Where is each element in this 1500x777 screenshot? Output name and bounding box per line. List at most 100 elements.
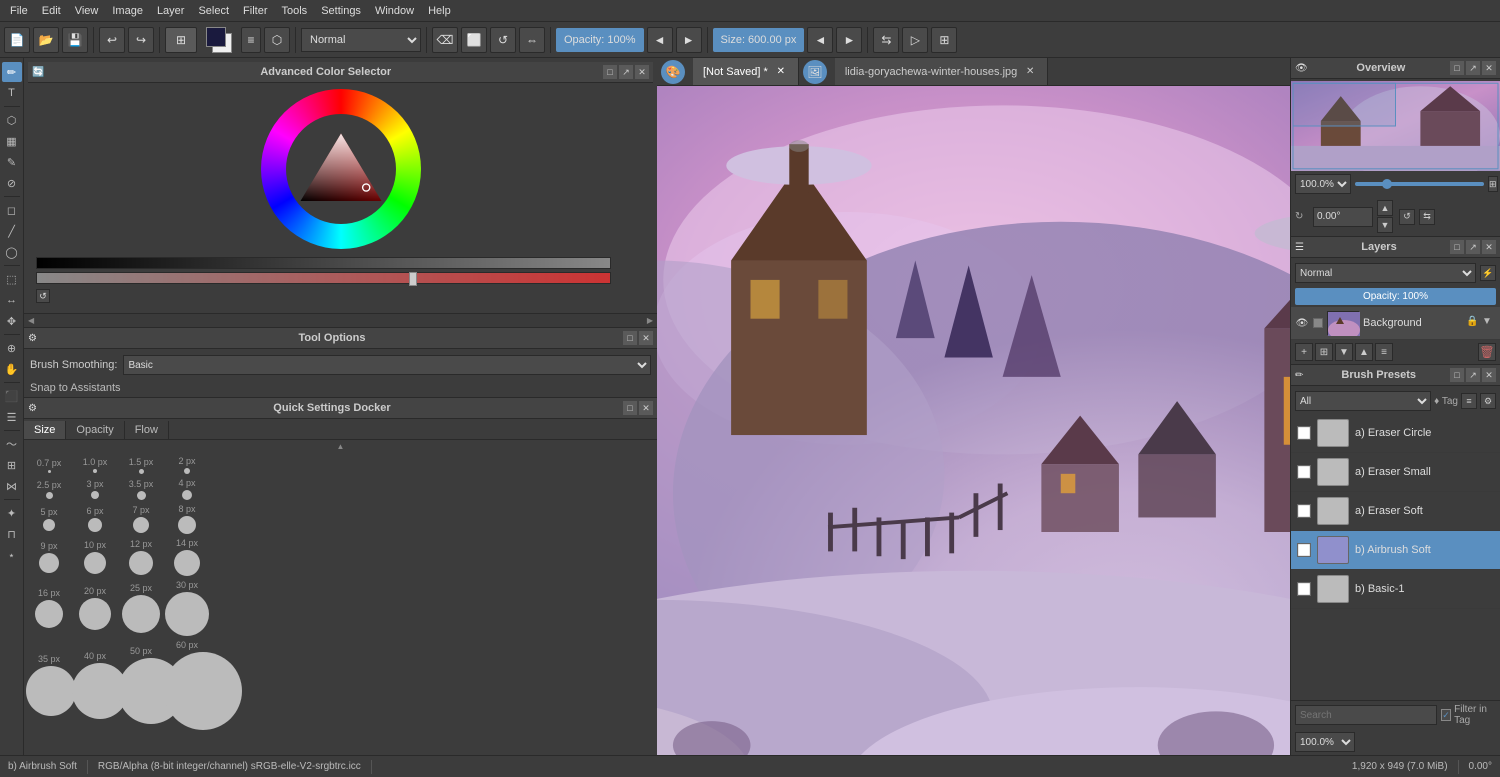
brush-presets-close[interactable]: ✕: [1482, 368, 1496, 382]
rotate-reset[interactable]: ↺: [1399, 209, 1415, 225]
misc-tool[interactable]: ✦: [2, 503, 22, 523]
save-file-button[interactable]: 💾: [62, 27, 88, 53]
canvas-viewport[interactable]: [657, 86, 1290, 755]
tool-options-float[interactable]: ✕: [639, 331, 653, 345]
size-up[interactable]: ►: [836, 27, 862, 53]
menu-edit[interactable]: Edit: [36, 3, 67, 19]
color-triangle[interactable]: [286, 114, 396, 224]
brush-12px[interactable]: 12 px: [118, 539, 164, 575]
menu-view[interactable]: View: [69, 3, 105, 19]
brush-7px[interactable]: 7 px: [118, 505, 164, 533]
warp-tool[interactable]: ⋆: [2, 545, 22, 565]
brush-9px[interactable]: 9 px: [26, 541, 72, 573]
fill-tool[interactable]: ⬡: [2, 110, 22, 130]
brush-30px[interactable]: 30 px: [164, 580, 210, 636]
bp-all-select[interactable]: All: [1295, 391, 1431, 411]
size-down[interactable]: ◄: [807, 27, 833, 53]
menu-window[interactable]: Window: [369, 3, 420, 19]
bp-settings-btn[interactable]: ⚙: [1480, 393, 1496, 409]
scroll-left[interactable]: ◀: [28, 316, 34, 325]
mirror-h-button[interactable]: ⇆: [873, 27, 899, 53]
path-tool[interactable]: ⋈: [2, 476, 22, 496]
bp-eraser-circle[interactable]: a) Eraser Circle: [1291, 414, 1500, 453]
crop-tool[interactable]: ⊓: [2, 524, 22, 544]
bp-eraser-small[interactable]: a) Eraser Small: [1291, 453, 1500, 492]
brush-8px[interactable]: 8 px: [164, 504, 210, 534]
grid-tool[interactable]: ⊞: [2, 455, 22, 475]
redo-button[interactable]: ↪: [128, 27, 154, 53]
undo-button[interactable]: ↩: [99, 27, 125, 53]
layer-lock-btn[interactable]: 🔒: [1466, 316, 1480, 330]
rotate-field[interactable]: [1313, 207, 1373, 227]
brush-60px[interactable]: 60 px: [164, 640, 210, 730]
transform-button[interactable]: ⊞: [931, 27, 957, 53]
brush-25px[interactable]: 25 px: [118, 583, 164, 633]
select-tool[interactable]: ⬚: [2, 269, 22, 289]
bp-filter-checkbox[interactable]: ✓ Filter in Tag: [1441, 704, 1496, 726]
rotate-up[interactable]: ▲: [1377, 200, 1393, 216]
zoom-tool[interactable]: ⊕: [2, 338, 22, 358]
preset-button[interactable]: ⬡: [264, 27, 290, 53]
brush-35px[interactable]: 35 px: [26, 654, 72, 716]
brush-3.5px[interactable]: 3.5 px: [118, 479, 164, 500]
overview-close[interactable]: ✕: [1482, 61, 1496, 75]
quick-settings-float[interactable]: ✕: [639, 401, 653, 415]
overview-detach[interactable]: □: [1450, 61, 1464, 75]
shape-tool[interactable]: ◻: [2, 200, 22, 220]
tab-opacity[interactable]: Opacity: [66, 421, 124, 439]
delete-layer-button[interactable]: 🗑: [1478, 343, 1496, 361]
bp-airbrush-soft[interactable]: b) Airbrush Soft: [1291, 531, 1500, 570]
layers-float[interactable]: ↗: [1466, 240, 1480, 254]
layer-background[interactable]: 👁 Background 🔒 ▼: [1291, 307, 1500, 340]
brush-2px[interactable]: 2 px: [164, 456, 210, 474]
zoom-fit-button[interactable]: ⊞: [1488, 176, 1498, 192]
brush-0.7px[interactable]: 0.7 px: [26, 458, 72, 473]
color-selector-detach[interactable]: □: [603, 65, 617, 79]
brush-40px[interactable]: 40 px: [72, 651, 118, 719]
brush-5px[interactable]: 5 px: [26, 507, 72, 531]
layers-opacity-bar[interactable]: Opacity: 100%: [1295, 288, 1496, 305]
scroll-up-arrow[interactable]: ▲: [24, 440, 657, 452]
layer-down-button[interactable]: ▲: [1355, 343, 1373, 361]
menu-tools[interactable]: Tools: [276, 3, 314, 19]
tab-size[interactable]: Size: [24, 421, 66, 439]
menu-help[interactable]: Help: [422, 3, 457, 19]
menu-filter[interactable]: Filter: [237, 3, 273, 19]
brush-14px[interactable]: 14 px: [164, 538, 210, 576]
overview-thumbnail[interactable]: [1291, 81, 1500, 171]
layers-mode-select[interactable]: Normal: [1295, 263, 1476, 283]
layers-tool[interactable]: ☰: [2, 407, 22, 427]
menu-layer[interactable]: Layer: [151, 3, 191, 19]
layers-close[interactable]: ✕: [1482, 240, 1496, 254]
tool-options-detach[interactable]: □: [623, 331, 637, 345]
brush-3px[interactable]: 3 px: [72, 479, 118, 499]
brush-presets-detach[interactable]: □: [1450, 368, 1464, 382]
menu-file[interactable]: File: [4, 3, 34, 19]
opacity-down[interactable]: ◄: [647, 27, 673, 53]
brush-16px[interactable]: 16 px: [26, 588, 72, 628]
new-file-button[interactable]: 📄: [4, 27, 30, 53]
expand-button[interactable]: ⇔: [519, 27, 545, 53]
brush-smooth-select[interactable]: Basic: [123, 355, 651, 375]
mirror-v-button[interactable]: ▷: [902, 27, 928, 53]
pan-tool[interactable]: ✋: [2, 359, 22, 379]
bp-zoom-select[interactable]: 100.0%: [1295, 732, 1355, 752]
brush-1.0px[interactable]: 1.0 px: [72, 457, 118, 473]
ellipse-tool[interactable]: ◯: [2, 242, 22, 262]
open-file-button[interactable]: 📂: [33, 27, 59, 53]
brush-presets-float[interactable]: ↗: [1466, 368, 1480, 382]
brush-1.5px[interactable]: 1.5 px: [118, 457, 164, 474]
brush-tool-2[interactable]: ⊘: [2, 173, 22, 193]
brush-presets-toggle[interactable]: ⊞: [165, 27, 197, 53]
scroll-right[interactable]: ▶: [647, 316, 653, 325]
refresh-button[interactable]: ↺: [490, 27, 516, 53]
move-tool[interactable]: ✥: [2, 311, 22, 331]
layer-down-btn[interactable]: ▼: [1482, 316, 1496, 330]
layer-up-button[interactable]: ▼: [1335, 343, 1353, 361]
snap-row[interactable]: Snap to Assistants: [24, 379, 657, 397]
gradient-tool[interactable]: ▦: [2, 131, 22, 151]
layer-props-button[interactable]: ≡: [1375, 343, 1393, 361]
brush-50px[interactable]: 50 px: [118, 646, 164, 724]
layers-filter[interactable]: ⚡: [1480, 265, 1496, 281]
brush-tool[interactable]: ✏: [2, 62, 22, 82]
